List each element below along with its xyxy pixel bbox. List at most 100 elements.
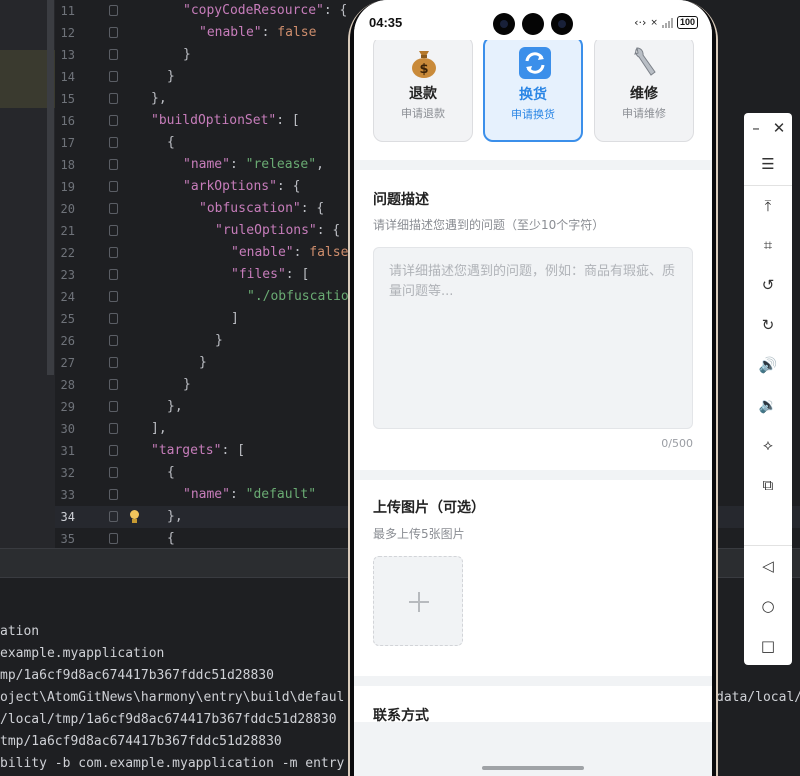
line-number: 15	[60, 92, 75, 106]
fold-icon[interactable]	[109, 533, 118, 544]
code-text: "name": "default"	[183, 487, 317, 502]
code-text: }	[215, 333, 223, 348]
fold-icon[interactable]	[109, 71, 118, 82]
fold-icon[interactable]	[109, 181, 118, 192]
line-number: 30	[60, 422, 75, 436]
option-title: 维修	[630, 86, 658, 102]
line-number: 29	[60, 400, 75, 414]
exchange-option[interactable]: 换货 申请换货	[483, 36, 583, 142]
fold-icon[interactable]	[109, 423, 118, 434]
shake-icon[interactable]: ⟡	[744, 430, 792, 460]
code-text: ],	[151, 421, 167, 436]
line-number: 27	[60, 356, 75, 370]
contact-card: 联系方式	[354, 686, 712, 724]
fold-icon[interactable]	[109, 159, 118, 170]
fold-icon[interactable]	[109, 357, 118, 368]
fold-icon[interactable]	[109, 27, 118, 38]
fold-icon[interactable]	[109, 269, 118, 280]
repair-option[interactable]: 维修 申请维修	[594, 36, 694, 142]
upload-title: 上传图片（可选）	[373, 500, 485, 516]
option-title: 退款	[409, 86, 437, 102]
fold-icon[interactable]	[109, 335, 118, 346]
phone-screen: 04:35 ‹·› × 100 $ 退款 申请退款 换货 申请换货 维修 申请维…	[354, 0, 712, 776]
wrench-icon	[634, 47, 656, 76]
console-line: ation	[0, 624, 40, 639]
line-number: 12	[60, 26, 75, 40]
line-number: 33	[60, 488, 75, 502]
status-icons: ‹·› × 100	[634, 16, 698, 29]
home-icon[interactable]: ○	[744, 591, 792, 621]
camera-icon	[551, 13, 573, 35]
code-text: "./obfuscation-	[247, 289, 365, 304]
status-bar: 04:35 ‹·› × 100	[354, 0, 712, 40]
code-text: "targets": [	[151, 443, 245, 458]
code-text: "copyCodeResource": {	[183, 3, 348, 18]
console-line: /local/tmp/1a6cf9d8ac674417b367fddc51d28…	[0, 712, 337, 727]
char-counter: 0/500	[661, 437, 693, 450]
fold-icon[interactable]	[109, 137, 118, 148]
line-number: 11	[60, 4, 75, 18]
emulator-toolbar: – ✕ ☰ ⤒ ⌗ ↺ ↻ 🔊 🔉 ⟡ ⧉ ◁ ○ □	[744, 113, 792, 665]
line-number: 14	[60, 70, 75, 84]
volume-up-icon[interactable]: 🔊	[744, 350, 792, 380]
fold-icon[interactable]	[109, 489, 118, 500]
camera-icon	[493, 13, 515, 35]
refund-option[interactable]: $ 退款 申请退款	[373, 36, 473, 142]
line-number: 21	[60, 224, 75, 238]
fold-icon[interactable]	[109, 313, 118, 324]
console-line: tmp/1a6cf9d8ac674417b367fddc51d28830	[0, 734, 282, 749]
home-indicator[interactable]	[482, 766, 584, 770]
menu-icon[interactable]: ☰	[744, 149, 792, 179]
crop-icon[interactable]: ⌗	[744, 230, 792, 260]
option-title: 换货	[519, 87, 547, 103]
panel-scrollbar[interactable]	[47, 0, 54, 375]
add-image-button[interactable]	[373, 556, 463, 646]
rotate-left-icon[interactable]: ↺	[744, 270, 792, 300]
back-icon[interactable]: ◁	[744, 551, 792, 581]
multi-screen-icon[interactable]: ⧉	[744, 470, 792, 500]
option-subtitle: 申请维修	[622, 107, 666, 120]
fold-icon[interactable]	[109, 115, 118, 126]
console-line: mp/1a6cf9d8ac674417b367fddc51d28830	[0, 668, 274, 683]
fold-icon[interactable]	[109, 225, 118, 236]
rotate-right-icon[interactable]: ↻	[744, 310, 792, 340]
exchange-icon	[519, 47, 551, 79]
code-text: },	[151, 91, 167, 106]
fold-icon[interactable]	[109, 5, 118, 16]
no-sim-icon: ×	[650, 17, 658, 28]
fold-icon[interactable]	[109, 49, 118, 60]
service-type-section: $ 退款 申请退款 换货 申请换货 维修 申请维修	[354, 36, 712, 160]
pin-top-icon[interactable]: ⤒	[744, 191, 792, 221]
fold-icon[interactable]	[109, 203, 118, 214]
option-subtitle: 申请退款	[401, 107, 445, 120]
fold-icon[interactable]	[109, 511, 118, 522]
fold-icon[interactable]	[109, 379, 118, 390]
code-text: }	[183, 47, 191, 62]
line-number: 22	[60, 246, 75, 260]
volume-down-icon[interactable]: 🔉	[744, 390, 792, 420]
line-number: 16	[60, 114, 75, 128]
description-textarea[interactable]: 请详细描述您遇到的问题，例如：商品有瑕疵、质量问题等...	[373, 247, 693, 429]
close-icon[interactable]: ✕	[766, 113, 792, 143]
code-text: "enable": false	[199, 25, 317, 40]
signal-icon	[661, 17, 673, 28]
console-line: oject\AtomGitNews\harmony\entry\build\de…	[0, 690, 345, 705]
line-number: 18	[60, 158, 75, 172]
recent-apps-icon[interactable]: □	[744, 631, 792, 661]
code-text: {	[167, 531, 175, 546]
code-text: "buildOptionSet": [	[151, 113, 300, 128]
code-text: {	[167, 465, 175, 480]
fold-icon[interactable]	[109, 247, 118, 258]
battery-icon: 100	[676, 16, 698, 29]
lightbulb-icon[interactable]	[129, 510, 139, 524]
fold-icon[interactable]	[109, 467, 118, 478]
fold-icon[interactable]	[109, 445, 118, 456]
minimize-icon[interactable]: –	[744, 113, 768, 143]
fold-icon[interactable]	[109, 93, 118, 104]
toolbar-divider	[744, 185, 792, 186]
fold-icon[interactable]	[109, 291, 118, 302]
fold-icon[interactable]	[109, 401, 118, 412]
line-number: 19	[60, 180, 75, 194]
description-title: 问题描述	[373, 192, 429, 208]
line-number: 31	[60, 444, 75, 458]
